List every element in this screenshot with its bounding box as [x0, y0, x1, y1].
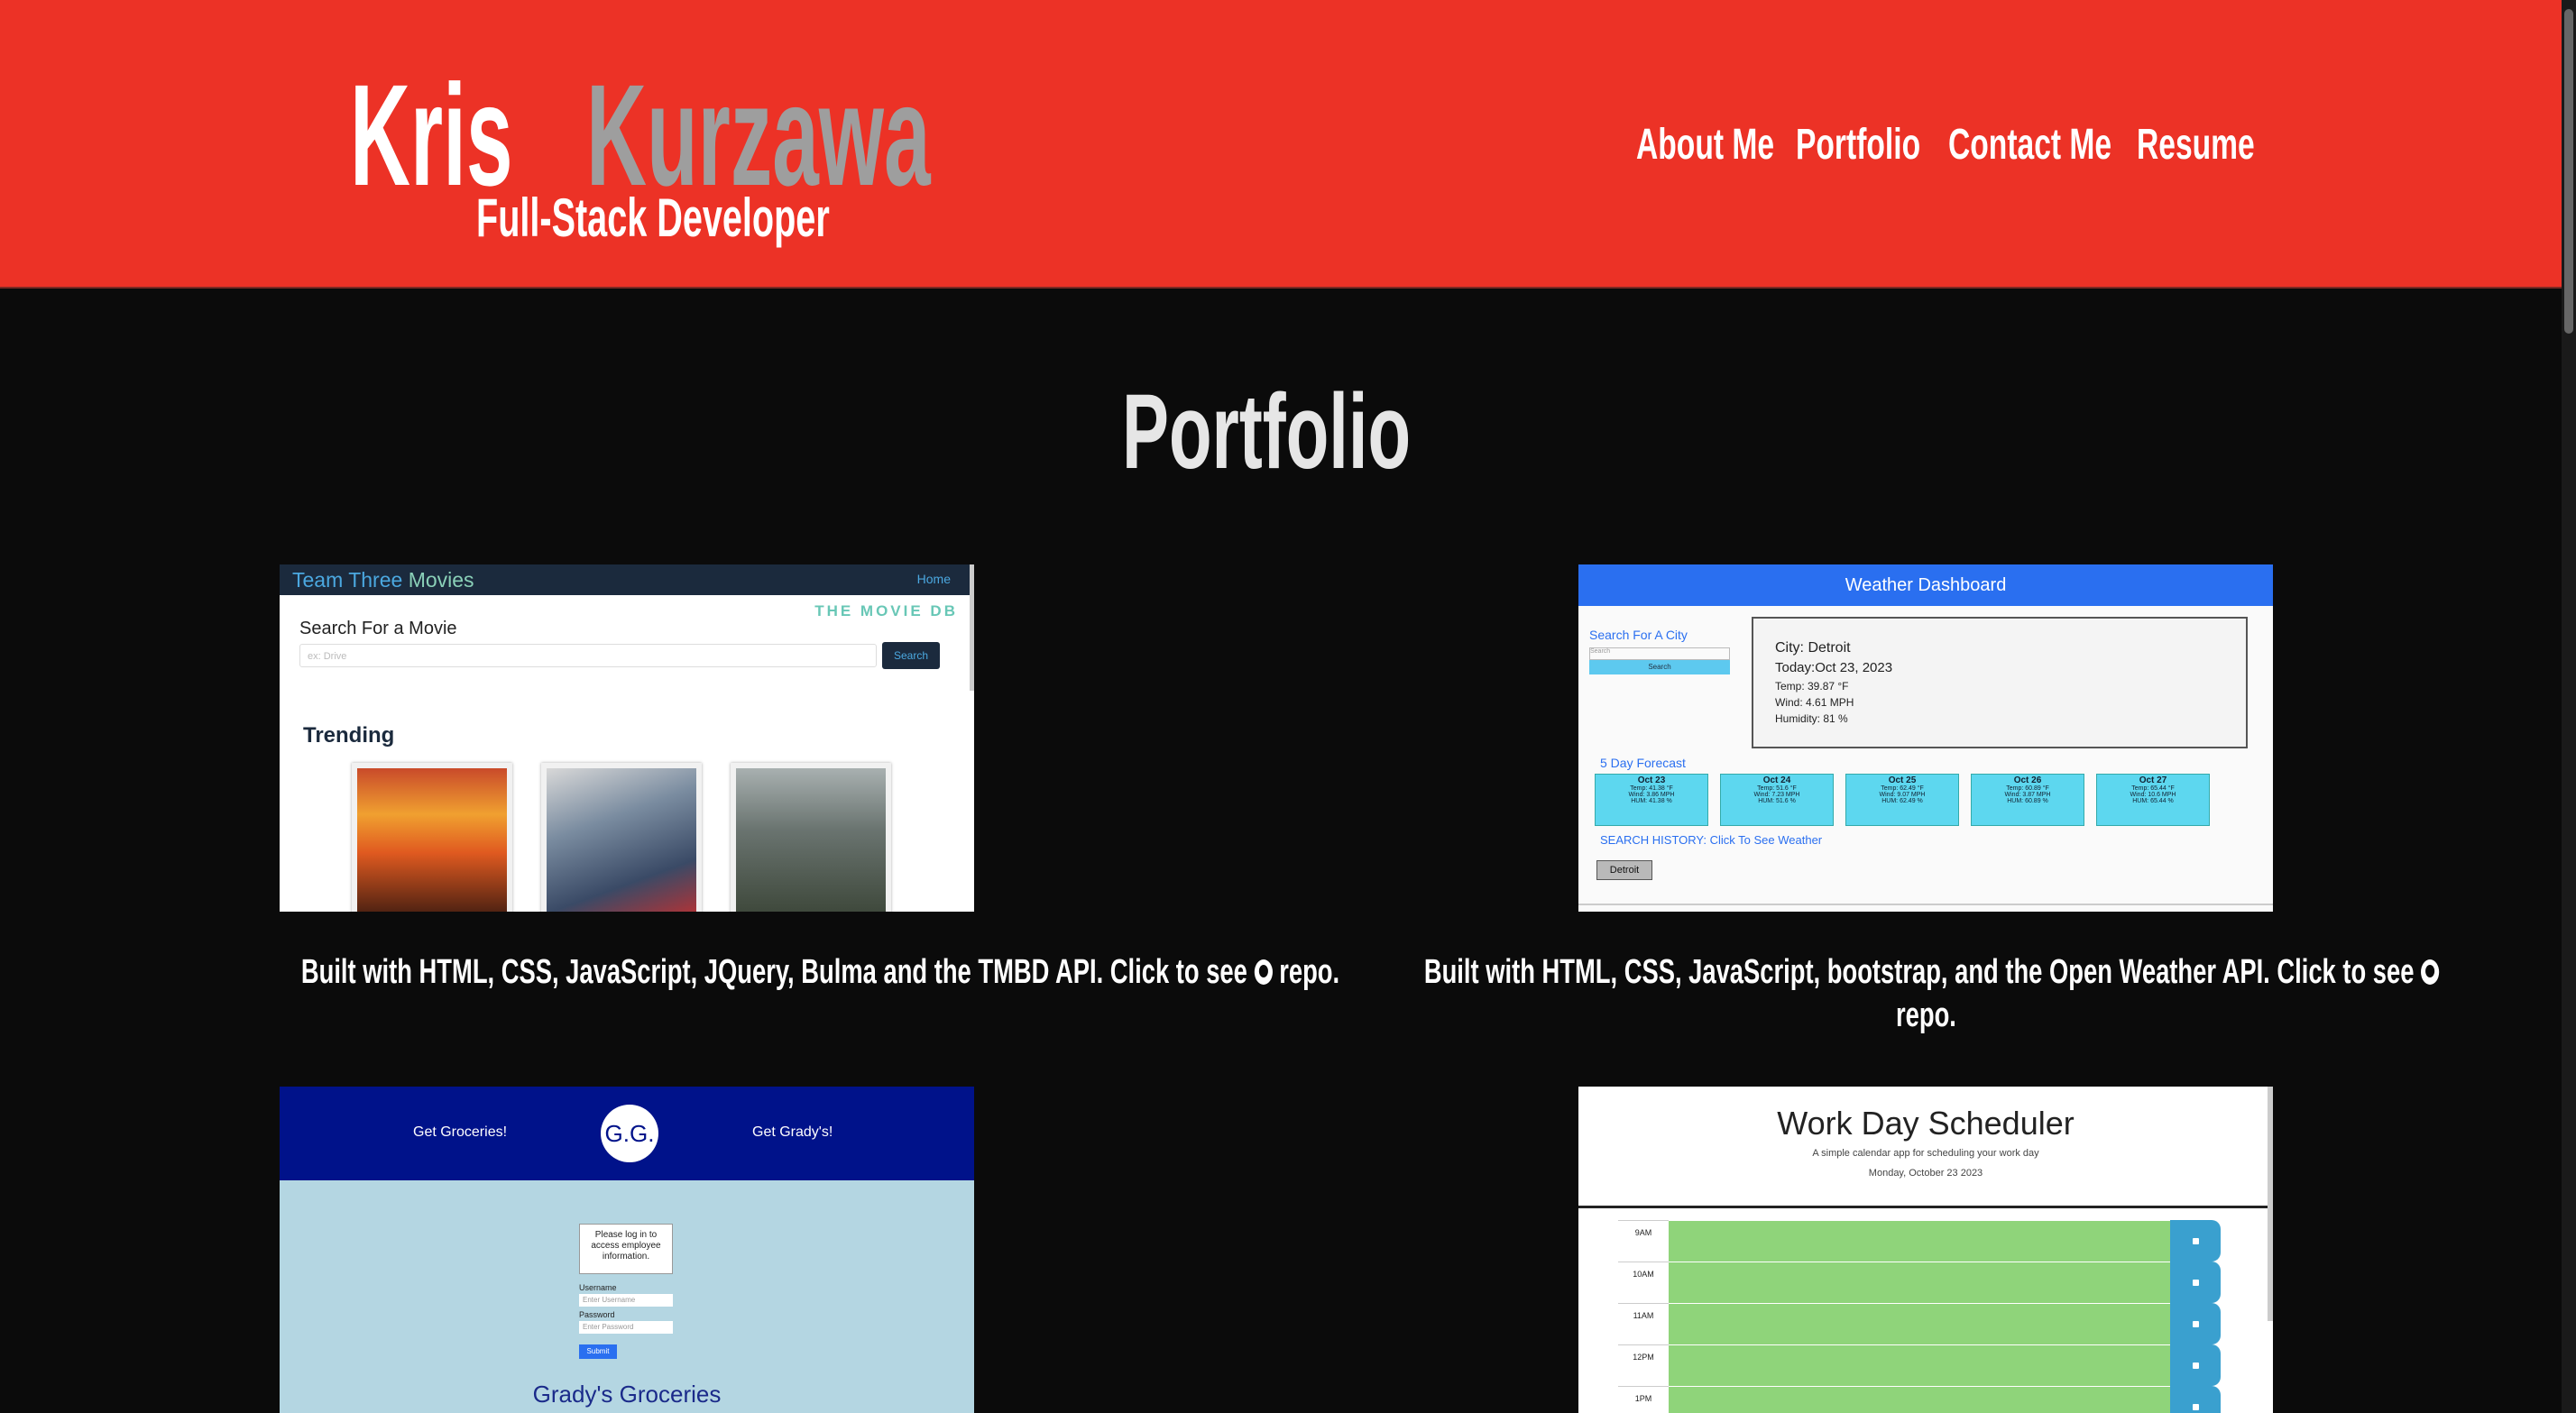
name-last: Kurzawa [586, 54, 931, 216]
weather-search-label: Search For A City [1589, 628, 1688, 642]
movie-poster [541, 763, 702, 912]
site-header: Kris Kurzawa Full-Stack Developer About … [0, 0, 2562, 289]
divider [1578, 1206, 2273, 1208]
weather-temp: Temp: 39.87 °F [1775, 680, 1849, 693]
project-preview-movies[interactable]: Team Three Movies Home THE MOVIE DB Sear… [280, 564, 974, 912]
forecast-day: Oct 24 Temp: 51.6 °F Wind: 7.23 MPH HUM:… [1720, 774, 1834, 826]
movies-brand: Team Three Movies [292, 568, 474, 592]
project-caption-weather: Built with HTML, CSS, JavaScript, bootst… [1407, 950, 2444, 1037]
nav-resume[interactable]: Resume [2137, 121, 2255, 170]
tmdb-logo: THE MOVIE DB [814, 602, 958, 619]
groceries-logo: G.G. [601, 1105, 658, 1162]
project-preview-scheduler[interactable]: Work Day Scheduler A simple calendar app… [1578, 1087, 2273, 1413]
time-block: 1PM [1618, 1386, 2221, 1413]
weather-current-panel: City: Detroit Today:Oct 23, 2023 Temp: 3… [1752, 617, 2248, 748]
groceries-title: Grady's Groceries [532, 1381, 722, 1408]
username-field: Enter Username [579, 1294, 673, 1307]
project-preview-weather[interactable]: Weather Dashboard Search For A City Sear… [1578, 564, 2273, 912]
groceries-nav-left: Get Groceries! [413, 1124, 508, 1140]
save-icon [2170, 1220, 2221, 1262]
hour-label: 12PM [1618, 1344, 1669, 1387]
forecast-day: Oct 23 Temp: 41.38 °F Wind: 3.86 MPH HUM… [1595, 774, 1708, 826]
history-city-button: Detroit [1596, 860, 1652, 880]
hour-label: 11AM [1618, 1303, 1669, 1345]
forecast-day: Oct 27 Temp: 65.44 °F Wind: 10.6 MPH HUM… [2096, 774, 2210, 826]
movies-search-input: ex: Drive [299, 644, 877, 667]
movies-search-label: Search For a Movie [299, 619, 457, 638]
hour-label: 10AM [1618, 1262, 1669, 1304]
forecast-day: Oct 26 Temp: 60.89 °F Wind: 3.87 MPH HUM… [1971, 774, 2084, 826]
time-block: 9AM [1618, 1220, 2221, 1262]
movies-scrollbar [970, 564, 974, 691]
weather-city: City: Detroit [1775, 640, 1851, 656]
time-slot [1669, 1344, 2170, 1387]
nav-about-me[interactable]: About Me [1636, 121, 1774, 170]
time-slot [1669, 1303, 2170, 1345]
password-label: Password [579, 1310, 615, 1319]
submit-button: Submit [579, 1344, 617, 1359]
scheduler-subtitle: A simple calendar app for scheduling you… [1812, 1148, 2039, 1159]
password-field: Enter Password [579, 1321, 673, 1334]
groceries-navbar: Get Groceries! G.G. Get Grady's! [280, 1087, 974, 1180]
scheduler-title: Work Day Scheduler [1777, 1105, 2075, 1142]
save-icon [2170, 1262, 2221, 1303]
nav-contact-me[interactable]: Contact Me [1948, 121, 2111, 170]
save-icon [2170, 1386, 2221, 1413]
hour-label: 9AM [1618, 1220, 1669, 1262]
time-block: 12PM [1618, 1344, 2221, 1387]
search-history-label: SEARCH HISTORY: Click To See Weather [1600, 833, 1823, 847]
forecast-day: Oct 25 Temp: 62.49 °F Wind: 9.07 MPH HUM… [1845, 774, 1959, 826]
job-title: Full-Stack Developer [476, 188, 830, 248]
hour-label: 1PM [1618, 1386, 1669, 1413]
movie-poster [352, 763, 512, 912]
save-icon [2170, 1344, 2221, 1386]
scheduler-scrollbar [2268, 1087, 2273, 1321]
login-prompt: Please log in to access employee informa… [579, 1224, 673, 1274]
weather-today: Today:Oct 23, 2023 [1775, 660, 1893, 675]
movie-poster [731, 763, 891, 912]
time-block: 10AM [1618, 1262, 2221, 1304]
movies-navbar: Team Three Movies Home [280, 564, 974, 595]
weather-search-input: Search [1589, 647, 1730, 660]
time-slot [1669, 1220, 2170, 1262]
project-caption-movies: Built with HTML, CSS, JavaScript, JQuery… [300, 953, 1340, 991]
weather-search-button: Search [1589, 660, 1730, 674]
movies-search-button: Search [882, 642, 940, 669]
portfolio-title: Portfolio [1122, 372, 1412, 491]
weather-header: Weather Dashboard [1578, 564, 2273, 606]
github-icon[interactable] [2421, 959, 2440, 985]
scheduler-date: Monday, October 23 2023 [1868, 1168, 1983, 1179]
time-slot [1669, 1262, 2170, 1304]
scroll-thumb[interactable] [2564, 9, 2573, 334]
name-first: Kris [350, 54, 513, 216]
movies-trending-heading: Trending [303, 723, 395, 748]
save-icon [2170, 1303, 2221, 1344]
time-block: 11AM [1618, 1303, 2221, 1345]
github-icon[interactable] [1254, 959, 1273, 985]
time-slot [1669, 1386, 2170, 1413]
weather-humidity: Humidity: 81 % [1775, 712, 1848, 725]
page-scrollbar[interactable] [2562, 0, 2576, 1413]
forecast-label: 5 Day Forecast [1600, 756, 1686, 770]
project-preview-groceries[interactable]: Get Groceries! G.G. Get Grady's! Please … [280, 1087, 974, 1413]
movies-home-link: Home [916, 572, 951, 586]
username-label: Username [579, 1283, 617, 1292]
groceries-nav-right: Get Grady's! [752, 1124, 833, 1140]
nav-portfolio[interactable]: Portfolio [1796, 121, 1920, 170]
weather-wind: Wind: 4.61 MPH [1775, 696, 1854, 709]
divider [1578, 904, 2273, 905]
